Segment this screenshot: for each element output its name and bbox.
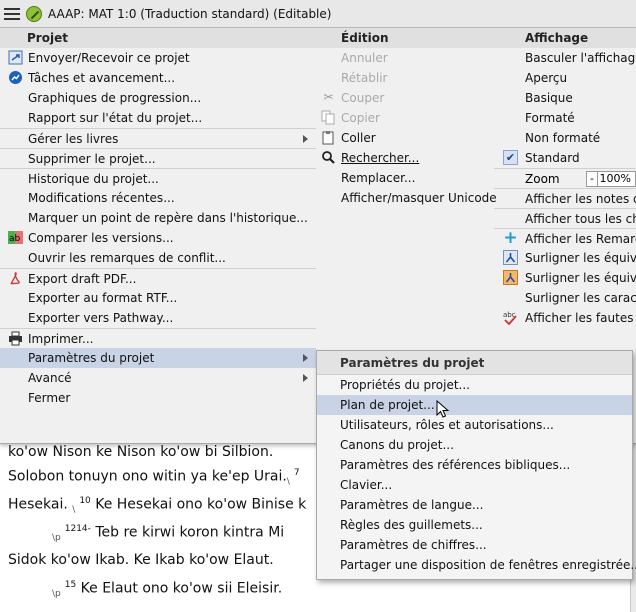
menu-item-progress-charts[interactable]: Graphiques de progression...	[0, 88, 316, 108]
menu-item-toggle-view[interactable]: Basculer l'affichage	[494, 48, 636, 68]
progress-icon	[8, 70, 23, 85]
menu-item-export-rtf[interactable]: Exporter au format RTF...	[0, 288, 316, 308]
menu-item-export-pathway[interactable]: Exporter vers Pathway...	[0, 308, 316, 328]
menu-item-export-pdf[interactable]: Export draft PDF...	[0, 268, 316, 288]
submenu-item-project-properties[interactable]: Propriétés du projet...	[317, 375, 632, 395]
magnifier-icon	[321, 150, 336, 165]
submenu-arrow-icon	[303, 354, 308, 362]
project-settings-submenu: Paramètres du projet Propriétés du proje…	[316, 350, 636, 580]
zoom-value-field[interactable]: 100%	[598, 170, 636, 187]
submenu-item-project-plan[interactable]: Plan de projet...	[317, 395, 632, 415]
menu-item-show-spelling-errors[interactable]: abc Afficher les fautes d'	[494, 308, 636, 328]
submenu-item-scripture-references[interactable]: Paramètres des références bibliques...	[317, 455, 632, 475]
verse-number: 1214-	[64, 524, 91, 534]
spelling-icon: abc	[503, 310, 518, 326]
marker: \	[286, 477, 290, 488]
send-receive-icon	[8, 50, 23, 65]
submenu-item-language-settings[interactable]: Paramètres de langue...	[317, 495, 632, 515]
submenu-item-number-settings[interactable]: Paramètres de chiffres...	[317, 535, 632, 555]
highlight-icon	[503, 270, 518, 285]
menu-item-show-notes[interactable]: Afficher les notes de	[494, 188, 636, 208]
menu-item-standard[interactable]: ✔ Standard	[494, 148, 636, 168]
menu-item-cut[interactable]: ✂ Couper	[316, 88, 494, 108]
menu-item-undo[interactable]: Annuler	[316, 48, 494, 68]
checkmark-icon: ✔	[503, 150, 518, 165]
verse-number: 7	[293, 468, 300, 478]
menu-item-formatted[interactable]: Formaté	[494, 108, 636, 128]
menu-item-conflict-notes[interactable]: Ouvrir les remarques de conflit...	[0, 248, 316, 268]
menu-header-projet: Projet	[0, 28, 316, 48]
svg-text:ab: ab	[9, 234, 21, 244]
zoom-out-button[interactable]: -	[585, 170, 599, 187]
menu-item-project-settings[interactable]: Paramètres du projet	[0, 348, 316, 368]
submenu-item-keyboard[interactable]: Clavier...	[317, 475, 632, 495]
plus-icon: +	[503, 228, 518, 248]
menu-item-project-history[interactable]: Historique du projet...	[0, 168, 316, 188]
printer-icon	[8, 331, 23, 346]
text-line: ko'ow Nison ke Nison ko'ow bi Silbion.	[8, 444, 274, 460]
menu-item-advanced[interactable]: Avancé	[0, 368, 316, 388]
submenu-header: Paramètres du projet	[317, 351, 632, 375]
verse-number: 15	[64, 580, 77, 590]
zoom-label: Zoom	[525, 171, 560, 186]
menu-column-edition: Édition Annuler Rétablir ✂ Couper Copier…	[316, 28, 497, 208]
menu-item-manage-books[interactable]: Gérer les livres	[0, 128, 316, 148]
menu-column-affichage: Affichage Basculer l'affichage Aperçu Ba…	[494, 28, 636, 328]
menu-item-show-remarks[interactable]: + Afficher les Remarqu	[494, 228, 636, 248]
paragraph-marker: \p	[52, 533, 61, 544]
scissors-icon: ✂	[323, 90, 334, 104]
menu-item-delete-project[interactable]: Supprimer le projet...	[0, 148, 316, 168]
submenu-item-quotation-rules[interactable]: Règles des guillemets...	[317, 515, 632, 535]
menu-item-paste[interactable]: Coller	[316, 128, 494, 148]
menu-item-send-receive[interactable]: Envoyer/Recevoir ce projet	[0, 48, 316, 68]
text-line: Sidok ko'ow Ikab. Ke Ikab ko'ow Elaut.	[8, 552, 274, 568]
menu-item-highlight-equivalents-1[interactable]: Surligner les équival	[494, 248, 636, 268]
mouse-cursor-icon	[436, 400, 450, 418]
paste-icon	[321, 130, 336, 145]
menu-item-unformatted[interactable]: Non formaté	[494, 128, 636, 148]
text-line: Hesekai. \10 Ke Hesekai ono ko'ow Binise…	[8, 496, 307, 516]
menu-item-status-report[interactable]: Rapport sur l'état du projet...	[0, 108, 316, 128]
zoom-row: Zoom - 100%	[494, 168, 636, 188]
menu-item-highlight-equivalents-2[interactable]: Surligner les équival	[494, 268, 636, 288]
menu-item-close[interactable]: Fermer	[0, 388, 316, 408]
submenu-item-project-canons[interactable]: Canons du projet...	[317, 435, 632, 455]
menu-item-print[interactable]: Imprimer...	[0, 328, 316, 348]
menu-item-copy[interactable]: Copier	[316, 108, 494, 128]
menu-item-compare-versions[interactable]: ab Comparer les versions...	[0, 228, 316, 248]
menu-item-highlight-characters[interactable]: Surligner les caractè	[494, 288, 636, 308]
verse-number: 10	[79, 496, 91, 506]
copy-icon	[321, 110, 336, 125]
pdf-icon	[8, 271, 23, 286]
paragraph-marker: \p	[52, 589, 61, 600]
submenu-arrow-icon	[303, 135, 308, 143]
menu-item-basic[interactable]: Basique	[494, 88, 636, 108]
text-line: Solobon tonuyn ono witin ya ke'ep Urai.\…	[8, 468, 300, 488]
menu-item-find[interactable]: Rechercher...	[316, 148, 494, 168]
title-bar: AAAP: MAT 1:0 (Traduction standard) (Edi…	[0, 0, 636, 28]
submenu-item-users-roles[interactable]: Utilisateurs, rôles et autorisations...	[317, 415, 632, 435]
hamburger-menu-icon[interactable]	[4, 7, 20, 20]
menu-header-affichage: Affichage	[494, 28, 636, 48]
menu-item-redo[interactable]: Rétablir	[316, 68, 494, 88]
highlight-icon	[503, 250, 518, 265]
menu-item-tasks-progress[interactable]: Tâches et avancement...	[0, 68, 316, 88]
menu-item-mark-milestone[interactable]: Marquer un point de repère dans l'histor…	[0, 208, 316, 228]
marker: \	[72, 505, 76, 516]
submenu-arrow-icon	[303, 374, 308, 382]
menu-item-toggle-unicode[interactable]: Afficher/masquer Unicode	[316, 188, 497, 208]
text-line: \p1214- Teb re kirwi koron kintra Mi	[52, 524, 285, 544]
project-icon	[26, 5, 42, 22]
submenu-item-share-layout[interactable]: Partager une disposition de fenêtres enr…	[317, 555, 636, 575]
compare-icon: ab	[8, 230, 23, 245]
menu-column-projet: Projet Envoyer/Recevoir ce projet Tâches…	[0, 28, 316, 408]
menu-item-show-all-fields[interactable]: Afficher tous les cha	[494, 208, 636, 228]
menu-item-preview[interactable]: Aperçu	[494, 68, 636, 88]
menu-item-replace[interactable]: Remplacer...	[316, 168, 494, 188]
menu-header-edition: Édition	[316, 28, 494, 48]
text-line: \p15 Ke Elaut ono ko'ow sii Eleisir.	[52, 580, 283, 600]
window-title: AAAP: MAT 1:0 (Traduction standard) (Edi…	[48, 6, 332, 21]
menu-item-recent-changes[interactable]: Modifications récentes...	[0, 188, 316, 208]
